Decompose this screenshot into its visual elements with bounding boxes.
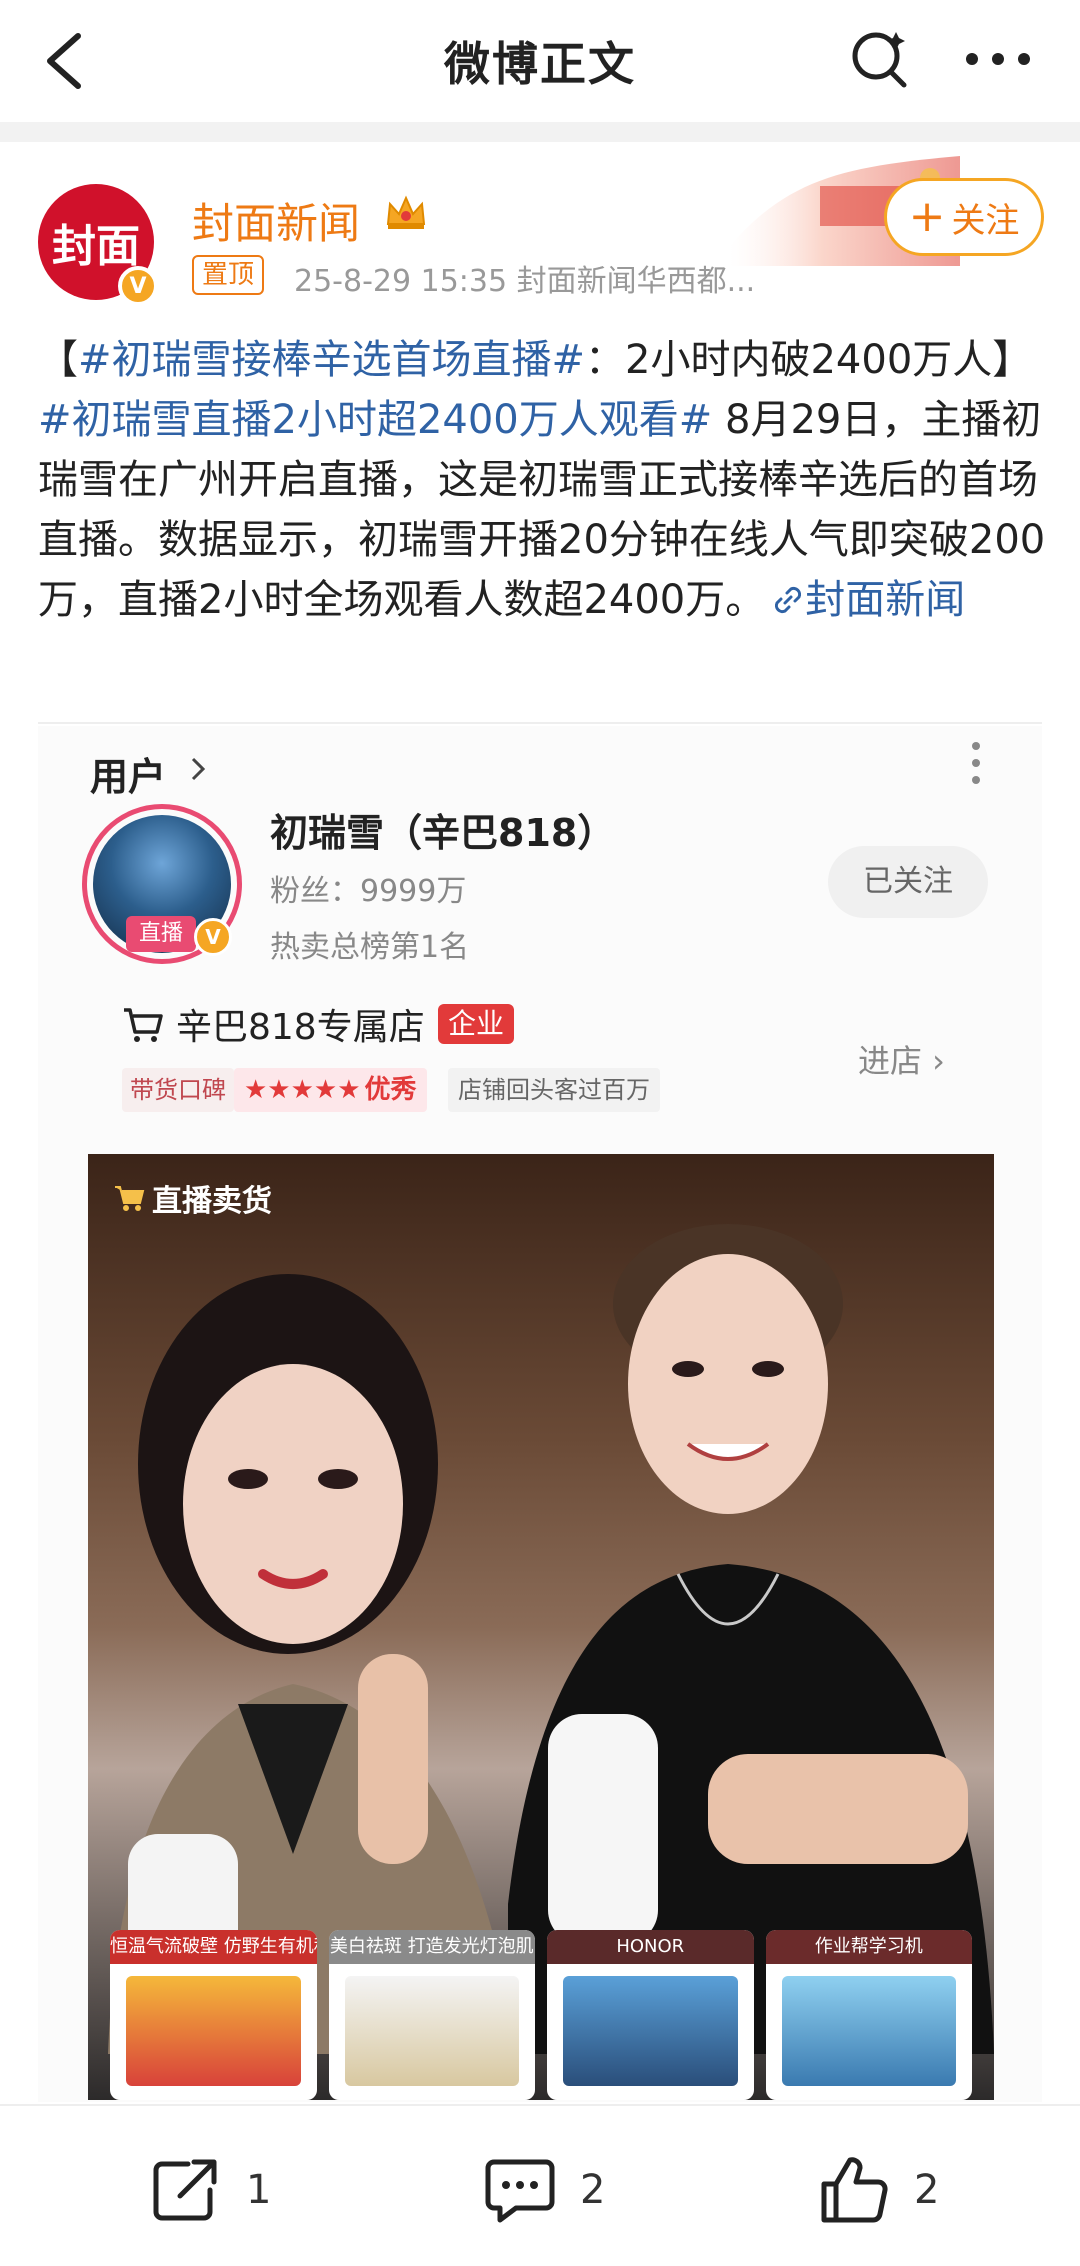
product-title: HONOR (547, 1930, 754, 1964)
cart-icon (124, 1008, 163, 1042)
hashtag-link[interactable]: #初瑞雪接棒辛选首场直播# (78, 337, 585, 383)
streamer-rank: 热卖总榜第1名 (270, 930, 470, 965)
pinned-badge: 置顶 (192, 255, 265, 295)
post-body: 【#初瑞雪接棒辛选首场直播#：2小时内破2400万人】 #初瑞雪直播2小时超240… (38, 330, 1048, 630)
share-count: 1 (246, 2167, 272, 2213)
crown-icon (386, 195, 426, 229)
product-image (563, 1976, 738, 2086)
streamer-name: 初瑞雪（辛巴818） (270, 811, 616, 855)
rating-label: 带货口碑 (122, 1068, 234, 1112)
streamer-fans: 粉丝：9999万 (270, 874, 467, 909)
chevron-right-icon (191, 757, 206, 781)
cart-icon (115, 1186, 145, 1211)
product-title: 作业帮学习机 (765, 1930, 972, 1964)
verified-badge-icon: V (194, 918, 232, 956)
enterprise-badge: 企业 (438, 1004, 515, 1044)
host-man-figure (508, 1224, 994, 2054)
plus-icon: + (908, 191, 946, 242)
product-image (126, 1976, 301, 2086)
product-card: HONOR (547, 1930, 754, 2100)
live-video-frame: 直播卖货 恒温气流破壁 仿野生有机种植美白祛斑 打造发光灯泡肌 HONOR 作业帮学… (88, 1154, 994, 2100)
post-text-bracket: 【 (38, 337, 78, 383)
comment-count: 2 (580, 2167, 606, 2213)
verified-badge-icon: V (118, 266, 158, 306)
follow-button[interactable]: + 关注 (884, 178, 1044, 256)
source-link[interactable]: 封面新闻 (805, 577, 965, 623)
more-options-icon[interactable] (962, 44, 1034, 74)
search-icon[interactable] (848, 26, 912, 90)
share-button[interactable]: 1 (148, 2154, 271, 2226)
comment-button[interactable]: 2 (482, 2154, 605, 2226)
enter-store-link: 进店 › (858, 1042, 945, 1080)
live-selling-label: 直播卖货 (114, 1176, 272, 1220)
product-card: 作业帮学习机 (765, 1930, 972, 2100)
author-name[interactable]: 封面新闻 (192, 190, 360, 251)
hashtag-link[interactable]: #初瑞雪直播2小时超2400万人观看# (38, 397, 712, 443)
post-text: ：2小时内破2400万人】 (585, 337, 1033, 383)
thumbs-up-icon (821, 2157, 888, 2223)
product-title: 恒温气流破壁 仿野生有机种植 (110, 1930, 317, 1964)
like-count: 2 (914, 2167, 940, 2213)
page-title: 微博正文 (444, 37, 636, 91)
product-image (781, 1976, 956, 2086)
product-card: 恒温气流破壁 仿野生有机种植 (110, 1930, 317, 2100)
top-nav-bar: 微博正文 (0, 0, 1080, 122)
section-separator (0, 122, 1080, 142)
post-author-header: 封面 V 封面新闻 置顶 25-8-29 15:35 封面新闻华西都... + … (0, 142, 1080, 317)
store-name: 辛巴818专属店 (176, 1007, 425, 1048)
product-strip: 恒温气流破壁 仿野生有机种植美白祛斑 打造发光灯泡肌 HONOR 作业帮学习机 (88, 1930, 994, 2100)
star-icons: ★★★★★ (244, 1075, 361, 1105)
like-button[interactable]: 2 (816, 2154, 939, 2226)
link-icon (775, 586, 802, 614)
live-selling-text: 直播卖货 (152, 1184, 272, 1219)
back-arrow-icon[interactable] (36, 28, 96, 94)
bottom-action-bar: 1 2 2 (0, 2104, 1080, 2266)
rating-word: 优秀 (364, 1075, 417, 1105)
embedded-image[interactable]: 用户 直播 V 初瑞雪（辛巴818） 粉丝：9999万 热卖总榜第1名 已关注 … (38, 726, 1042, 2102)
share-icon (153, 2159, 217, 2221)
product-card: 美白祛斑 打造发光灯泡肌 (328, 1930, 535, 2100)
product-title: 美白祛斑 打造发光灯泡肌 (328, 1930, 535, 1964)
post-meta: 25-8-29 15:35 封面新闻华西都... (294, 264, 756, 299)
repeat-customer-tag: 店铺回头客过百万 (448, 1068, 660, 1112)
users-section-label: 用户 (90, 755, 167, 799)
follow-label: 关注 (951, 200, 1020, 241)
comment-icon (485, 2159, 555, 2223)
rating-stars: ★★★★★ 优秀 (234, 1068, 427, 1112)
product-image (344, 1976, 519, 2086)
kebab-menu-icon (972, 742, 980, 784)
live-tag: 直播 (126, 916, 196, 952)
followed-button: 已关注 (828, 846, 988, 918)
content-divider (38, 722, 1042, 724)
